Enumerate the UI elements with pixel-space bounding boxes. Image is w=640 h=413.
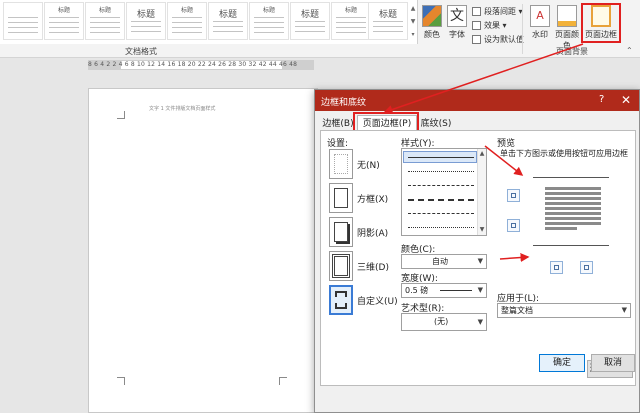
setting-none-icon[interactable] (329, 149, 353, 179)
setting-none-label[interactable]: 无(N) (357, 158, 380, 171)
art-select[interactable]: (无) ▼ (401, 313, 487, 331)
width-select[interactable]: 0.5 磅 ▼ (401, 283, 487, 298)
page-border-panel: 设置: 无(N) 方框(X) 阴影(A) 三维(D) 自定义(U) 样式(Y):… (320, 130, 636, 386)
watermark-icon: A (530, 5, 550, 27)
set-default-button[interactable]: 设为默认值 (472, 34, 524, 45)
borders-shading-dialog: 边框和底纹 ? ✕ 边框(B) 页面边框(P) 底纹(S) 设置: 无(N) 方… (314, 89, 640, 413)
preview-bottom-border (533, 245, 609, 246)
color-select[interactable]: 自动 ▼ (401, 254, 487, 269)
style-thumb[interactable]: 标题 (249, 2, 289, 40)
ruler-numbers: 8 6 4 2 2 4 6 8 10 12 14 16 18 20 22 24 … (88, 61, 298, 68)
colors-button[interactable]: 颜色 (421, 5, 443, 40)
fonts-button[interactable]: 文 字体 (446, 5, 468, 40)
style-thumb[interactable]: 标题 (331, 2, 371, 40)
palette-icon (422, 5, 442, 27)
dialog-title: 边框和底纹 (321, 98, 367, 108)
effects-icon (472, 21, 481, 30)
chevron-down-icon: ▼ (621, 306, 627, 314)
chevron-up-icon[interactable]: ▲ (409, 2, 417, 15)
dialog-titlebar[interactable]: 边框和底纹 ? ✕ (315, 90, 639, 111)
preview-group: 预览 单击下方图示或使用按钮可应用边框 应用于(L): 整篇文档 ▼ (495, 131, 633, 341)
gallery-scroll[interactable]: ▲ ▼ ▾ (409, 2, 417, 42)
margin-corner (279, 377, 287, 385)
paint-bucket-icon (557, 5, 577, 27)
chevron-down-icon: ▼ (477, 318, 483, 326)
style-thumb[interactable]: 标题 (368, 2, 408, 40)
apply-to-select[interactable]: 整篇文档 ▼ (497, 303, 631, 318)
close-icon[interactable]: ✕ (621, 93, 631, 107)
document-page[interactable]: 文字 1 文件排版文档页面样式 (88, 88, 318, 413)
line-style-dotted[interactable] (408, 171, 474, 172)
ok-button[interactable]: 确定 (539, 354, 585, 372)
page-color-button[interactable]: 页面颜色 (552, 5, 582, 51)
top-border-button[interactable] (507, 189, 520, 202)
style-scrollbar[interactable]: ▲ ▼ (477, 149, 486, 235)
line-style-dashed[interactable] (408, 185, 474, 186)
line-style-list[interactable]: ▲ ▼ (401, 148, 487, 236)
paragraph-spacing-button[interactable]: 段落间距 ▾ (472, 6, 523, 17)
setting-shadow-icon[interactable] (329, 217, 353, 247)
line-style-solid[interactable] (408, 157, 474, 158)
setting-3d-icon[interactable] (329, 251, 353, 281)
group-label-doc-format: 文档格式 (125, 47, 157, 56)
style-thumb[interactable]: 标题 (167, 2, 207, 40)
right-border-button[interactable] (580, 261, 593, 274)
style-gallery: 标题 标题 标题 标题 标题 标题 标题 标题 标题 ▲ ▼ ▾ (0, 0, 418, 44)
style-thumb[interactable]: 标题 (208, 2, 248, 40)
style-thumb[interactable] (3, 2, 43, 40)
setting-shadow-label[interactable]: 阴影(A) (357, 226, 388, 239)
effects-button[interactable]: 效果 ▾ (472, 20, 507, 31)
line-style-dash-dot-dot[interactable] (408, 227, 474, 228)
tab-highlight (353, 112, 419, 132)
chevron-down-icon: ▼ (477, 286, 483, 294)
tab-borders[interactable]: 边框(B) (321, 115, 355, 131)
tab-shading[interactable]: 底纹(S) (419, 115, 453, 131)
scroll-up-icon[interactable]: ▲ (478, 149, 486, 159)
style-thumb[interactable]: 标题 (290, 2, 330, 40)
scroll-down-icon[interactable]: ▼ (478, 225, 486, 235)
paragraph-spacing-icon (472, 7, 481, 16)
margin-corner (117, 111, 125, 119)
bottom-border-button[interactable] (507, 219, 520, 232)
line-style-dash-wide[interactable] (408, 199, 474, 201)
setting-custom-icon[interactable] (329, 285, 353, 315)
preview-top-border (533, 177, 609, 178)
divider (522, 4, 523, 54)
font-icon: 文 (447, 5, 467, 27)
setting-3d-label[interactable]: 三维(D) (357, 260, 389, 273)
watermark-button[interactable]: A 水印 (528, 5, 552, 40)
style-thumb[interactable]: 标题 (44, 2, 84, 40)
more-icon[interactable]: ▾ (409, 28, 417, 41)
group-label-page-background: 页面背景 (556, 47, 588, 56)
chevron-down-icon: ▼ (477, 257, 483, 265)
ribbon: 标题 标题 标题 标题 标题 标题 标题 标题 标题 ▲ ▼ ▾ 文档格式 颜色… (0, 0, 640, 58)
document-preview[interactable] (539, 181, 607, 241)
collapse-ribbon-icon[interactable]: ⌃ (626, 46, 633, 55)
chevron-down-icon[interactable]: ▼ (409, 15, 417, 28)
cancel-button[interactable]: 取消 (591, 354, 635, 372)
page-border-highlight (581, 3, 621, 43)
width-sample-line (440, 290, 472, 291)
left-border-button[interactable] (550, 261, 563, 274)
setting-box-label[interactable]: 方框(X) (357, 192, 388, 205)
setting-custom-label[interactable]: 自定义(U) (357, 294, 398, 307)
setting-box-icon[interactable] (329, 183, 353, 213)
setting-label: 设置: (327, 139, 349, 149)
style-thumb[interactable]: 标题 (85, 2, 125, 40)
checkmark-icon (472, 35, 481, 44)
help-icon[interactable]: ? (599, 94, 604, 105)
line-style-dash-dot[interactable] (408, 213, 474, 214)
margin-corner (117, 377, 125, 385)
preview-hint: 单击下方图示或使用按钮可应用边框 (500, 149, 628, 158)
page-header-text: 文字 1 文件排版文档页面样式 (149, 106, 216, 112)
style-thumb[interactable]: 标题 (126, 2, 166, 40)
